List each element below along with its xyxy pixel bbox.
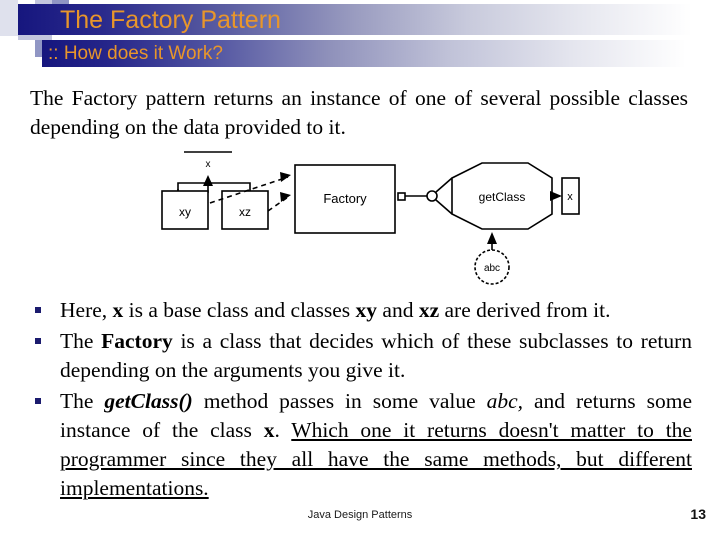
intro-paragraph: The Factory pattern returns an instance … (30, 86, 688, 139)
diagram-label-xz: xz (239, 205, 251, 219)
bullet-item-3: The getClass() method passes in some val… (30, 387, 692, 503)
page-title: The Factory Pattern (60, 6, 281, 34)
bullet-item-2-text: The Factory is a class that decides whic… (60, 329, 692, 382)
bullet-marker-icon (35, 398, 41, 404)
bullet-list: Here, x is a base class and classes xy a… (30, 296, 692, 505)
diagram-label-base-class: x (206, 159, 211, 170)
bullet-item-1-text: Here, x is a base class and classes xy a… (60, 298, 611, 322)
page-number: 13 (690, 506, 706, 522)
bullet-marker-icon (35, 307, 41, 313)
decor-square-1 (0, 0, 18, 36)
diagram-label-getclass: getClass (479, 190, 526, 204)
footer-label: Java Design Patterns (307, 509, 413, 521)
page-subtitle: :: How does it Work? (48, 43, 223, 64)
diagram-label-xy: xy (179, 205, 191, 219)
diagram-label-abc: abc (484, 263, 500, 274)
bullet-marker-icon (35, 338, 41, 344)
subtitle-bar: :: How does it Work? (42, 40, 720, 67)
title-bar: The Factory Pattern (18, 4, 720, 35)
diagram-label-factory: Factory (323, 191, 367, 206)
diagram-label-output: x (567, 191, 573, 203)
slide-header: The Factory Pattern :: How does it Work? (0, 0, 720, 74)
bullet-item-3-text: The getClass() method passes in some val… (60, 389, 692, 500)
bullet-item-2: The Factory is a class that decides whic… (30, 327, 692, 385)
bullet-item-1: Here, x is a base class and classes xy a… (30, 296, 692, 325)
factory-pattern-diagram: x xy xz Factory getClass abc x (160, 145, 580, 290)
